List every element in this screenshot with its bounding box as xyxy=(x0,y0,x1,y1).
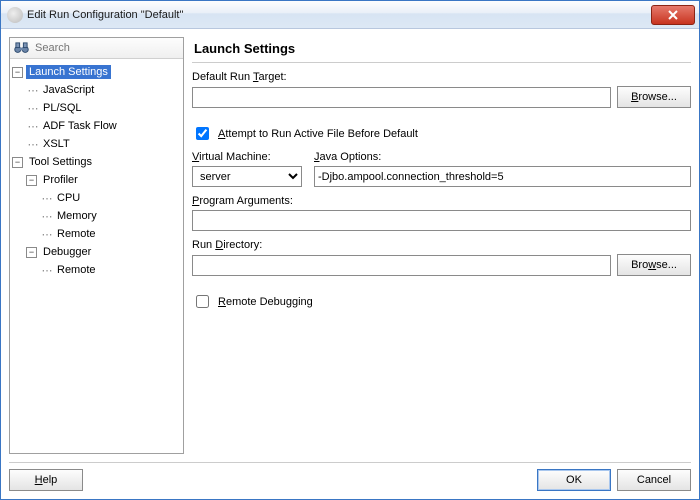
panel-heading: Launch Settings xyxy=(192,37,691,63)
cancel-button[interactable]: Cancel xyxy=(617,469,691,491)
browse-target-button[interactable]: Browse... xyxy=(617,86,691,108)
remote-debugging-label: Remote Debugging xyxy=(218,296,313,308)
run-directory-label: Run Directory: xyxy=(192,239,691,251)
vm-label: Virtual Machine: xyxy=(192,151,302,163)
vm-java-row: Virtual Machine: server Java Options: xyxy=(192,151,691,187)
dialog-window: Edit Run Configuration "Default" −Launch… xyxy=(0,0,700,500)
app-icon xyxy=(7,7,23,23)
tree-branch-icon: ⋯ xyxy=(40,264,54,277)
remote-debugging-row: Remote Debugging xyxy=(192,292,691,311)
tree-item-profiler-remote[interactable]: ⋯Remote xyxy=(12,225,181,243)
attempt-run-label: Attempt to Run Active File Before Defaul… xyxy=(218,128,418,140)
run-directory-group: Run Directory: Browse... xyxy=(192,239,691,284)
collapse-icon[interactable]: − xyxy=(12,157,23,168)
tree-item-tool-settings[interactable]: −Tool Settings xyxy=(12,153,181,171)
search-row xyxy=(10,38,183,59)
window-title: Edit Run Configuration "Default" xyxy=(27,9,183,21)
tree-item-debugger-remote[interactable]: ⋯Remote xyxy=(12,261,181,279)
tree-item-profiler[interactable]: −Profiler xyxy=(12,171,181,189)
close-icon xyxy=(668,10,678,20)
search-input[interactable] xyxy=(33,41,179,55)
ok-button[interactable]: OK xyxy=(537,469,611,491)
tree-branch-icon: ⋯ xyxy=(40,228,54,241)
tree-branch-icon: ⋯ xyxy=(40,192,54,205)
left-panel: −Launch Settings ⋯JavaScript ⋯PL/SQL ⋯AD… xyxy=(9,37,184,454)
browse1-partial: rowse... xyxy=(638,91,677,103)
tree-branch-icon: ⋯ xyxy=(26,120,40,133)
vm-select[interactable]: server xyxy=(192,166,302,187)
collapse-icon[interactable]: − xyxy=(26,247,37,258)
bottom-bar: Help OK Cancel xyxy=(1,463,699,499)
right-panel: Launch Settings Default Run Target: Brow… xyxy=(192,37,691,454)
browse-directory-button[interactable]: Browse... xyxy=(617,254,691,276)
tree-item-cpu[interactable]: ⋯CPU xyxy=(12,189,181,207)
collapse-icon[interactable]: − xyxy=(12,67,23,78)
run-directory-input[interactable] xyxy=(192,255,611,276)
tree-item-debugger[interactable]: −Debugger xyxy=(12,243,181,261)
tree-item-memory[interactable]: ⋯Memory xyxy=(12,207,181,225)
program-arguments-label: Program Arguments: xyxy=(192,195,691,207)
nav-tree: −Launch Settings ⋯JavaScript ⋯PL/SQL ⋯AD… xyxy=(10,59,183,453)
tree-item-adf-task-flow[interactable]: ⋯ADF Task Flow xyxy=(12,117,181,135)
tree-branch-icon: ⋯ xyxy=(26,84,40,97)
program-arguments-input[interactable] xyxy=(192,210,691,231)
tree-item-launch-settings[interactable]: −Launch Settings xyxy=(12,63,181,81)
tree-item-javascript[interactable]: ⋯JavaScript xyxy=(12,81,181,99)
tree-branch-icon: ⋯ xyxy=(40,210,54,223)
default-run-target-group: Default Run Target: Browse... xyxy=(192,71,691,116)
close-button[interactable] xyxy=(651,5,695,25)
tree-branch-icon: ⋯ xyxy=(26,102,40,115)
tree-item-xslt[interactable]: ⋯XSLT xyxy=(12,135,181,153)
attempt-run-row: Attempt to Run Active File Before Defaul… xyxy=(192,124,691,143)
default-run-target-label: Default Run Target: xyxy=(192,71,691,83)
help-button[interactable]: Help xyxy=(9,469,83,491)
java-options-input[interactable] xyxy=(314,166,691,187)
remote-debugging-checkbox[interactable] xyxy=(196,295,209,308)
binoculars-icon xyxy=(14,41,29,55)
tree-item-plsql[interactable]: ⋯PL/SQL xyxy=(12,99,181,117)
titlebar[interactable]: Edit Run Configuration "Default" xyxy=(1,1,699,29)
default-run-target-input[interactable] xyxy=(192,87,611,108)
attempt-run-checkbox[interactable] xyxy=(196,127,209,140)
collapse-icon[interactable]: − xyxy=(26,175,37,186)
java-options-label: Java Options: xyxy=(314,151,691,163)
tree-branch-icon: ⋯ xyxy=(26,138,40,151)
program-arguments-group: Program Arguments: xyxy=(192,195,691,231)
